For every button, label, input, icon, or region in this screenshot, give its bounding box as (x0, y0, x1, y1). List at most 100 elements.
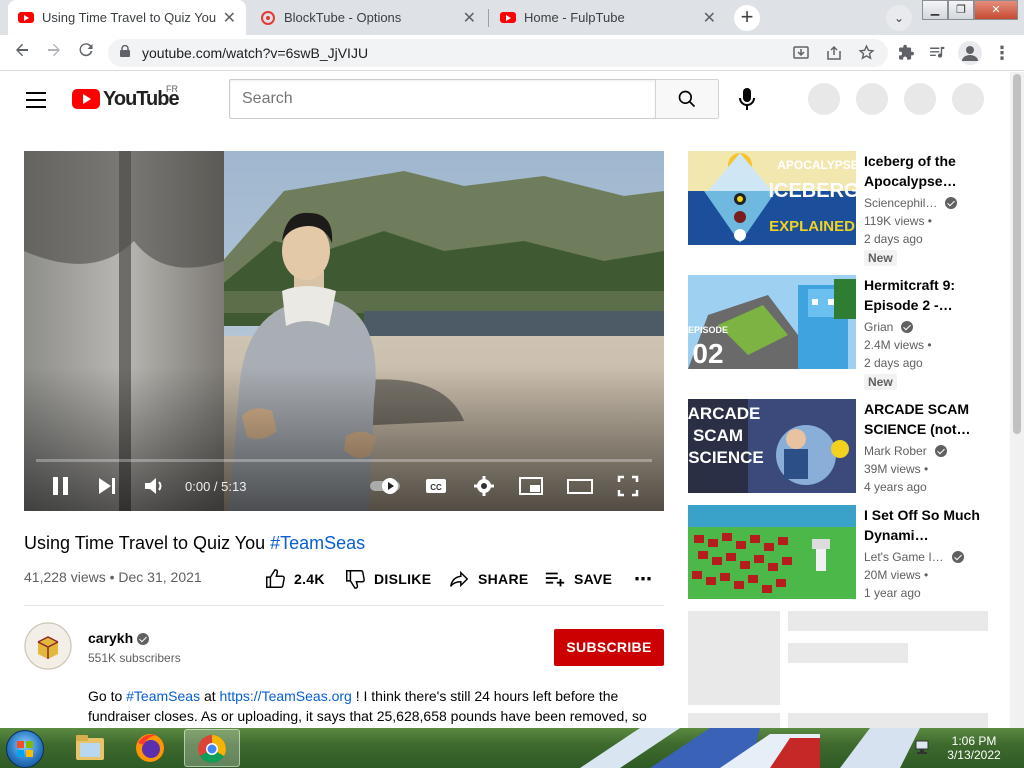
recommended-title[interactable]: Iceberg of the Apocalypse… (864, 151, 994, 191)
video-thumbnail[interactable]: ARCADE SCAM SCIENCE (688, 399, 856, 493)
close-icon[interactable]: ✕ (463, 8, 476, 28)
profile-avatar-icon[interactable] (958, 41, 982, 65)
recommended-channel[interactable]: Mark Rober (864, 444, 947, 458)
save-label: SAVE (574, 571, 613, 587)
microphone-icon[interactable] (735, 86, 759, 112)
thumbnail-text: ARCADE (688, 404, 760, 423)
tab-fulptube[interactable]: Home - FulpTube ✕ (490, 0, 726, 35)
recommended-channel[interactable]: Sciencephil… (864, 196, 958, 210)
thumbnail-text: ICEBERG (768, 180, 856, 202)
windows-taskbar: 1:06 PM 3/13/2022 (0, 728, 1024, 768)
youtube-logo[interactable]: YouTube FR (72, 84, 180, 110)
video-timecode: 0:00 / 5:13 (185, 479, 247, 494)
region-code: FR (166, 84, 178, 94)
header-button-placeholder[interactable] (904, 83, 936, 115)
thumbnail-text: SCIENCE (688, 448, 764, 467)
header-button-placeholder[interactable] (856, 83, 888, 115)
autoplay-toggle[interactable] (368, 473, 404, 499)
recommended-video[interactable]: EPISODE 02 Hermitcraft 9: Episode 2 -… G… (688, 275, 998, 390)
windows-start-button[interactable] (6, 730, 44, 768)
recommended-title[interactable]: I Set Off So Much Dynami… (864, 505, 994, 545)
address-bar[interactable]: youtube.com/watch?v=6swB_JjVIJU (108, 39, 888, 67)
new-tab-button[interactable]: + (734, 5, 760, 31)
verified-check-icon (951, 551, 964, 563)
tab-divider (488, 9, 489, 27)
video-player[interactable]: 0:00 / 5:13 CC (24, 151, 664, 511)
theater-mode-icon[interactable] (566, 473, 594, 499)
video-progress-bar[interactable] (36, 459, 652, 462)
dislike-button[interactable]: DISLIKE (344, 568, 431, 590)
description-hashtag[interactable]: #TeamSeas (126, 688, 200, 704)
more-menu-icon[interactable]: ⋮ (990, 41, 1014, 65)
header-button-placeholder[interactable] (808, 83, 840, 115)
recommended-title[interactable]: Hermitcraft 9: Episode 2 -… (864, 275, 994, 315)
window-close-button[interactable]: ✕ (974, 0, 1018, 20)
minimize-button[interactable]: ▁ (922, 0, 948, 20)
tab-blocktube[interactable]: BlockTube - Options ✕ (250, 0, 486, 35)
forward-icon[interactable] (42, 41, 66, 65)
channel-avatar[interactable] (24, 622, 72, 670)
loading-text-placeholder (788, 713, 988, 728)
description-link[interactable]: https://TeamSeas.org (220, 688, 352, 704)
reload-icon[interactable] (74, 41, 98, 65)
next-video-icon[interactable] (96, 473, 118, 499)
recommended-channel-name: Sciencephil… (864, 196, 938, 210)
more-actions-icon[interactable]: ⋯ (634, 568, 652, 590)
recommended-video[interactable]: I Set Off So Much Dynami… Let's Game I… … (688, 505, 998, 601)
extensions-icon[interactable] (898, 44, 915, 61)
video-title-hashtag[interactable]: #TeamSeas (270, 533, 365, 553)
channel-name[interactable]: carykh (88, 630, 150, 646)
save-button[interactable]: SAVE (544, 568, 612, 590)
video-description: Go to #TeamSeas at https://TeamSeas.org … (88, 686, 664, 726)
like-count: 2.4K (294, 571, 325, 587)
hamburger-menu-icon[interactable] (26, 92, 46, 108)
recommended-video[interactable]: ARCADE SCAM SCIENCE ARCADE SCAM SCIENCE … (688, 399, 998, 495)
clock-date: 3/13/2022 (947, 748, 1001, 762)
recommended-video[interactable]: APOCALYPSE ICEBERG EXPLAINED Iceberg of … (688, 151, 998, 266)
search-button[interactable] (655, 79, 719, 119)
bookmark-star-icon[interactable] (858, 44, 875, 61)
search-input[interactable] (230, 80, 655, 118)
subtitles-icon[interactable]: CC (424, 473, 448, 499)
share-button[interactable]: SHARE (448, 568, 529, 590)
file-explorer-icon[interactable] (62, 729, 118, 767)
fullscreen-icon[interactable] (616, 473, 640, 499)
recommended-age: 1 year ago (864, 586, 921, 600)
loading-thumbnail-placeholder (688, 713, 780, 728)
settings-gear-icon[interactable] (472, 473, 496, 499)
video-thumbnail[interactable] (688, 505, 856, 599)
video-thumbnail[interactable]: APOCALYPSE ICEBERG EXPLAINED (688, 151, 856, 245)
verified-check-icon (901, 321, 914, 333)
recommended-title[interactable]: ARCADE SCAM SCIENCE (not… (864, 399, 994, 439)
system-clock[interactable]: 1:06 PM 3/13/2022 (944, 734, 1004, 762)
tab-title: Using Time Travel to Quiz You #Te (42, 10, 217, 25)
like-button[interactable]: 2.4K (264, 568, 325, 590)
close-icon[interactable]: ✕ (223, 8, 236, 28)
maximize-button[interactable]: ❐ (948, 0, 974, 20)
clock-time: 1:06 PM (951, 734, 997, 748)
recommended-channel[interactable]: Let's Game I… (864, 550, 964, 564)
loading-text-placeholder (788, 611, 988, 631)
miniplayer-icon[interactable] (518, 473, 544, 499)
header-button-placeholder[interactable] (952, 83, 984, 115)
subscribe-button[interactable]: SUBSCRIBE (554, 629, 664, 666)
thumbnail-text: APOCALYPSE (777, 158, 856, 172)
recommended-channel[interactable]: Grian (864, 320, 914, 334)
recommended-views: 39M views • (864, 462, 929, 476)
pause-icon[interactable] (50, 473, 72, 499)
network-icon[interactable] (914, 740, 930, 754)
search-box[interactable] (229, 79, 656, 119)
volume-icon[interactable] (142, 473, 166, 499)
close-icon[interactable]: ✕ (703, 8, 716, 28)
media-control-icon[interactable] (928, 44, 945, 61)
tab-video[interactable]: Using Time Travel to Quiz You #Te ✕ (8, 0, 246, 35)
chrome-icon[interactable] (184, 729, 240, 767)
tab-search-button[interactable]: ⌄ (886, 5, 912, 31)
video-thumbnail[interactable]: EPISODE 02 (688, 275, 856, 369)
scrollbar-thumb[interactable] (1013, 74, 1021, 434)
share-page-icon[interactable] (826, 45, 842, 61)
page-scrollbar[interactable] (1010, 72, 1024, 728)
firefox-icon[interactable] (122, 729, 178, 767)
back-icon[interactable] (10, 41, 34, 65)
install-icon[interactable] (793, 45, 809, 61)
